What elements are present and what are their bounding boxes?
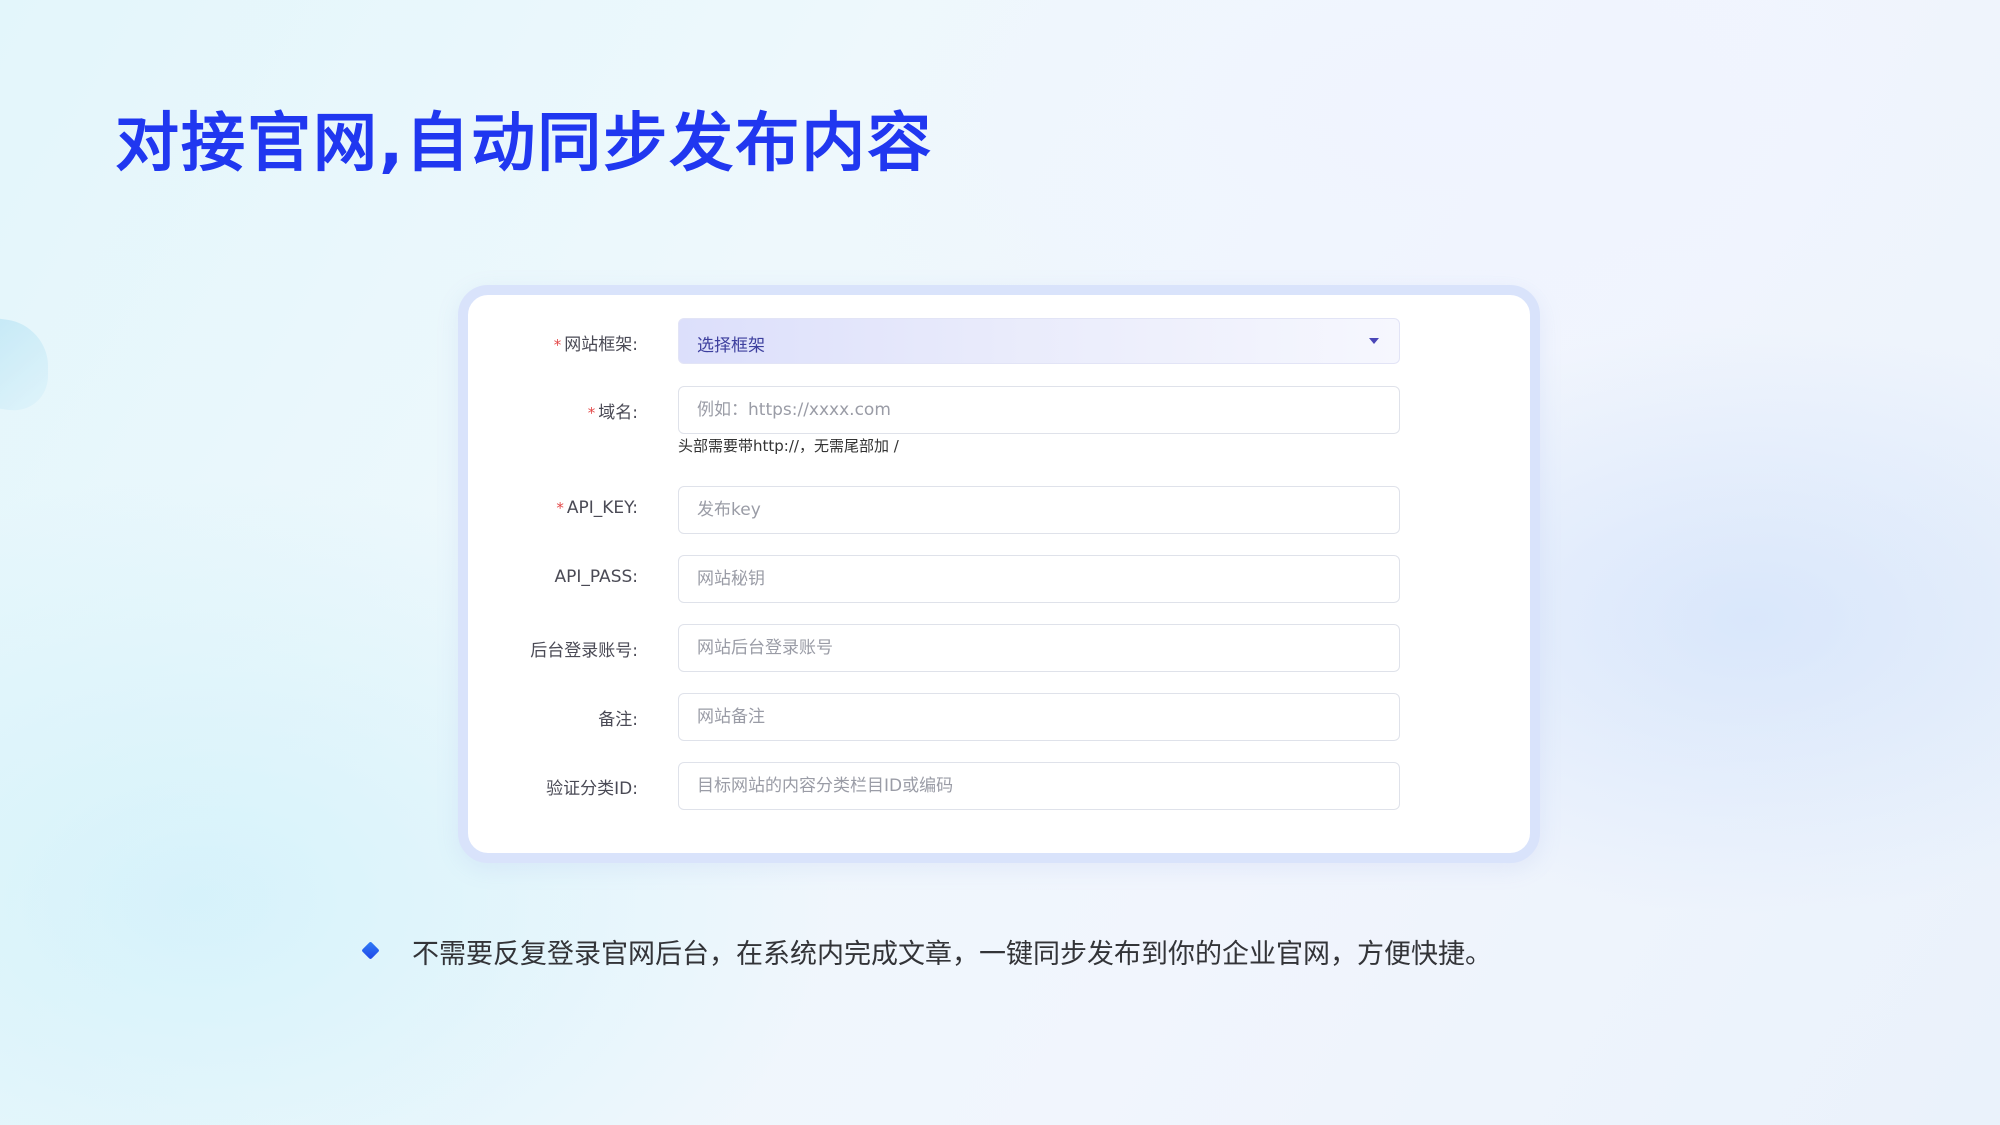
feature-bullet-text: 不需要反复登录官网后台，在系统内完成文章，一键同步发布到你的企业官网，方便快捷。 — [412, 939, 1492, 970]
form-row-api-key: * API_KEY: — [468, 486, 1530, 534]
website-config-form: *网站框架: 选择框架 *域名: 头部需要带http://，无需尾部加 / *A… — [458, 285, 1540, 863]
framework-select-value: 选择框架 — [697, 336, 765, 356]
remark-label: 备注: — [598, 710, 638, 730]
chevron-down-icon — [1369, 338, 1379, 344]
api-key-input[interactable] — [678, 486, 1400, 534]
api-key-label: * API_KEY: — [556, 498, 638, 518]
decorative-shape — [0, 314, 48, 416]
form-row-category-id: 验证分类ID: — [468, 762, 1530, 810]
form-row-domain: * 域名: — [468, 386, 1530, 434]
domain-label: * 域名: — [587, 403, 638, 423]
form-row-framework: * 网站框架: 选择框架 — [468, 318, 1530, 366]
framework-label: * 网站框架: — [553, 335, 638, 355]
page-title: 对接官网,自动同步发布内容 — [115, 107, 934, 181]
api-pass-input[interactable] — [678, 555, 1400, 603]
category-id-input[interactable] — [678, 762, 1400, 810]
form-row-api-pass: API_PASS: — [468, 555, 1530, 603]
admin-account-label: 后台登录账号: — [530, 641, 638, 661]
required-mark: * — [556, 499, 564, 517]
required-mark: * — [553, 336, 562, 354]
form-row-remark: 备注: — [468, 693, 1530, 741]
api-pass-label: API_PASS: — [554, 567, 639, 587]
required-mark: * — [587, 404, 596, 422]
framework-select[interactable]: 选择框架 — [678, 318, 1400, 364]
domain-help-text: 头部需要带http://，无需尾部加 / — [678, 437, 899, 455]
form-row-admin-account: 后台登录账号: — [468, 624, 1530, 672]
admin-account-input[interactable] — [678, 624, 1400, 672]
diamond-bullet-icon — [361, 941, 380, 960]
remark-input[interactable] — [678, 693, 1400, 741]
domain-input[interactable] — [678, 386, 1400, 434]
category-id-label: 验证分类ID: — [546, 779, 638, 799]
